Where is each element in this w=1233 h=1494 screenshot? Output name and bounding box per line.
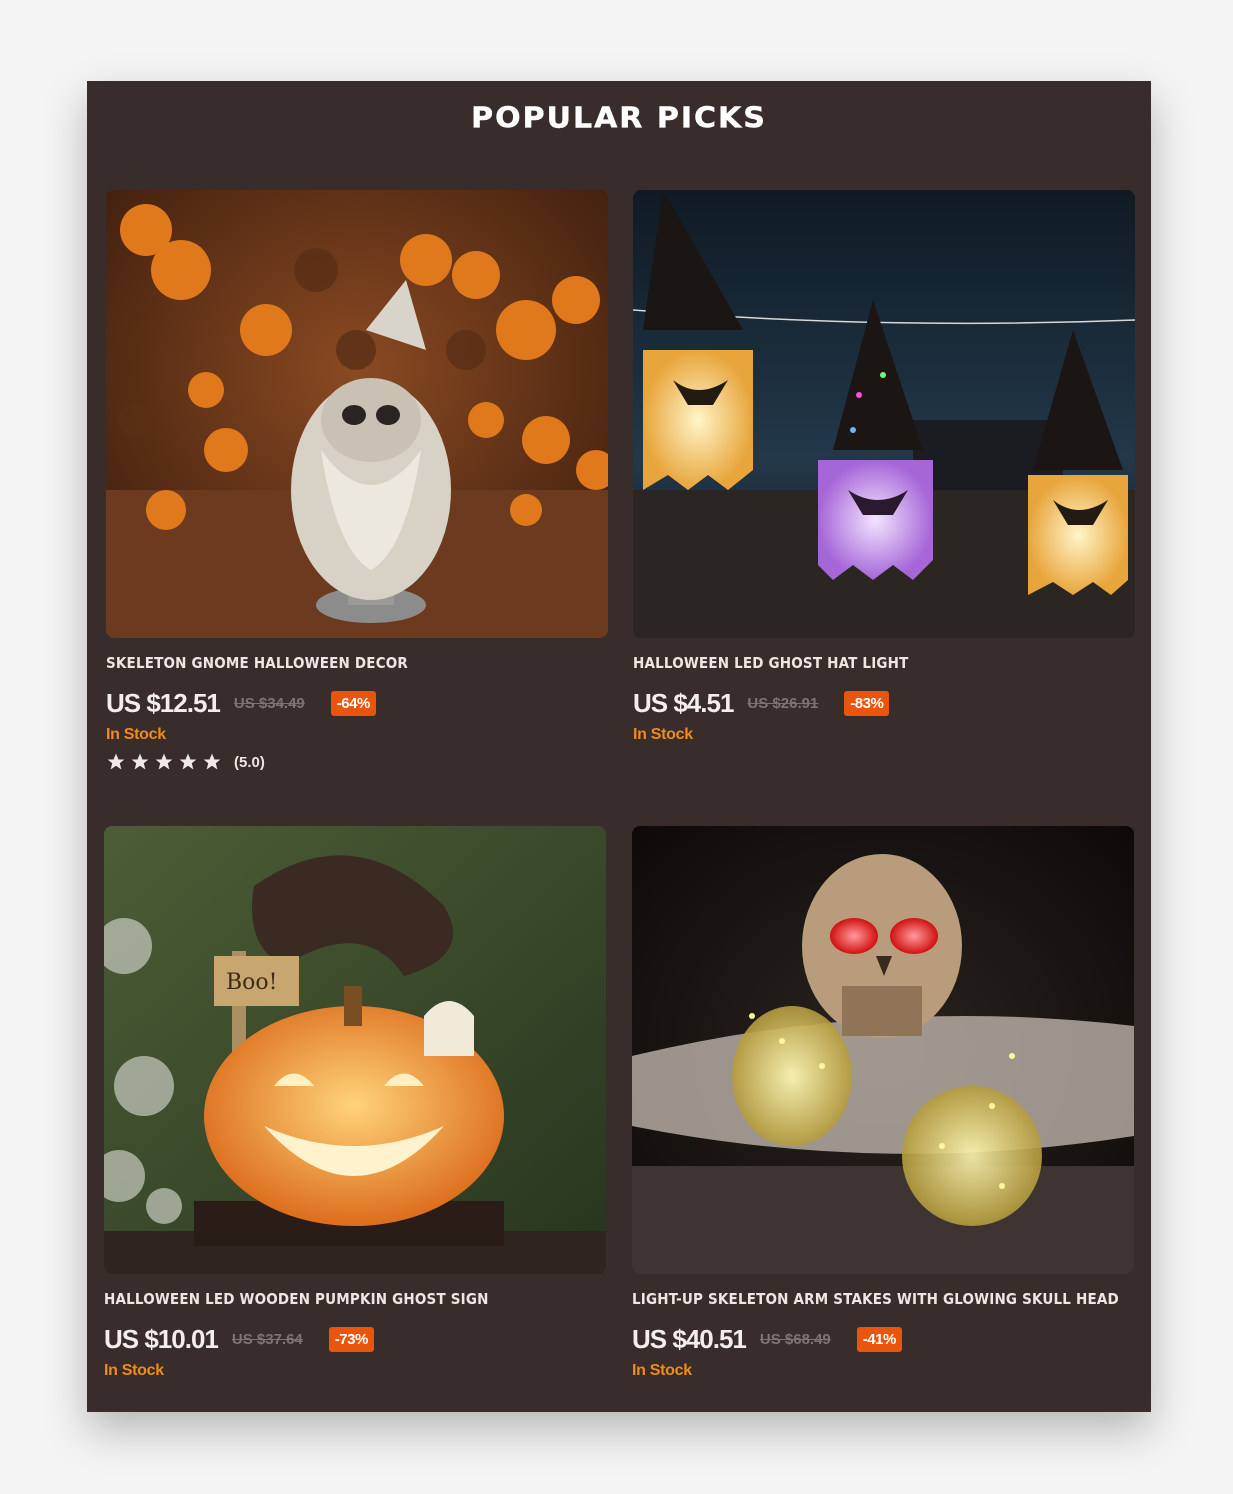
current-price: US $4.51 bbox=[633, 687, 734, 718]
star-rating bbox=[106, 752, 222, 772]
product-title[interactable]: Halloween LED Ghost Hat Light bbox=[633, 654, 1085, 672]
section-title: POPULAR PICKS bbox=[471, 101, 767, 136]
stock-status: In Stock bbox=[104, 1362, 164, 1379]
current-price: US $10.01 bbox=[104, 1323, 219, 1354]
discount-badge: -41% bbox=[856, 1326, 902, 1352]
stock-status: In Stock bbox=[633, 726, 693, 743]
star-icon bbox=[107, 753, 125, 770]
product-card[interactable]: Skeleton Gnome Halloween Decor US $12.51… bbox=[106, 190, 608, 772]
star-icon bbox=[179, 753, 197, 770]
original-price: US $26.91 bbox=[747, 694, 819, 712]
product-image[interactable] bbox=[632, 826, 1134, 1274]
product-image[interactable] bbox=[106, 190, 608, 638]
discount-badge: -64% bbox=[330, 690, 376, 716]
product-card[interactable]: Halloween LED Ghost Hat Light US $4.51 U… bbox=[633, 190, 1135, 744]
popular-picks-section: POPULAR PICKS SKELETON GNOME HALLOWEEN D… bbox=[87, 81, 1151, 1412]
original-price: US $37.64 bbox=[231, 1330, 303, 1348]
star-icon bbox=[131, 753, 149, 770]
price-row: US $40.51 US $68.49 -41% bbox=[632, 1322, 1134, 1356]
product-title[interactable]: Halloween LED Wooden Pumpkin Ghost Sign bbox=[104, 1290, 556, 1308]
product-title[interactable]: Skeleton Gnome Halloween Decor bbox=[106, 654, 558, 672]
rating: (5.0) bbox=[106, 752, 608, 772]
price-row: US $4.51 US $26.91 -83% bbox=[633, 686, 1135, 720]
price-row: US $12.51 US $34.49 -64% bbox=[106, 686, 608, 720]
product-image[interactable] bbox=[633, 190, 1135, 638]
stock-status: In Stock bbox=[632, 1362, 692, 1379]
star-icon bbox=[155, 753, 173, 770]
original-price: US $34.49 bbox=[233, 694, 305, 712]
product-title[interactable]: Light-Up Skeleton Arm Stakes with Glowin… bbox=[632, 1290, 1119, 1308]
discount-badge: -83% bbox=[844, 690, 890, 716]
svg-text:Boo!: Boo! bbox=[226, 970, 278, 995]
original-price: US $68.49 bbox=[759, 1330, 831, 1348]
discount-badge: -73% bbox=[328, 1326, 374, 1352]
rating-value: (5.0) bbox=[234, 753, 265, 771]
current-price: US $12.51 bbox=[106, 687, 221, 718]
product-image[interactable]: Boo! bbox=[104, 826, 606, 1274]
price-row: US $10.01 US $37.64 -73% bbox=[104, 1322, 606, 1356]
star-icon bbox=[203, 753, 221, 770]
current-price: US $40.51 bbox=[632, 1323, 747, 1354]
product-card[interactable]: Boo! Halloween LED Wooden Pumpkin Ghost … bbox=[104, 826, 606, 1380]
product-card[interactable]: Light-Up Skeleton Arm Stakes with Glowin… bbox=[632, 826, 1134, 1380]
stock-status: In Stock bbox=[106, 726, 166, 743]
